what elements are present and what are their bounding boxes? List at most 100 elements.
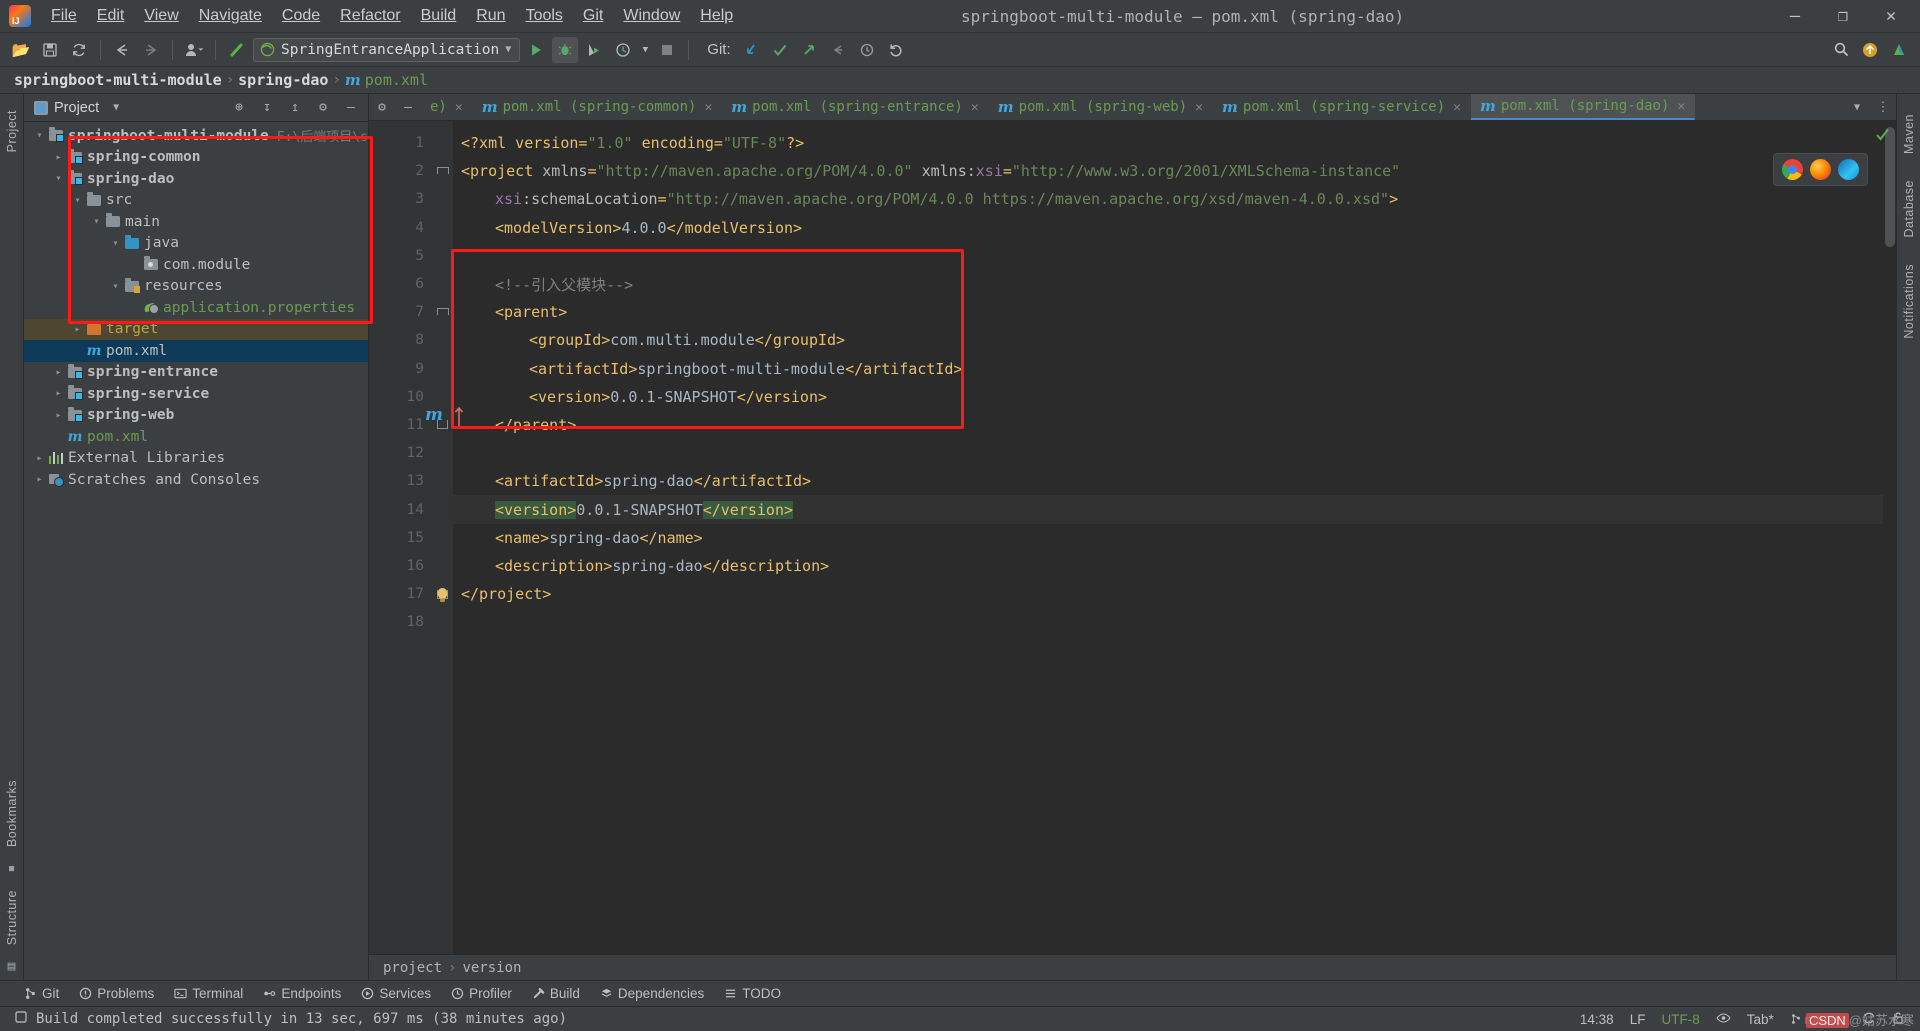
menu-code[interactable]: Code — [272, 3, 330, 29]
code-line[interactable]: <name> spring-dao </name> — [453, 524, 1896, 552]
git-rollback-icon[interactable] — [883, 37, 909, 63]
fold-marker[interactable] — [431, 270, 453, 298]
tree-item-pom-xml[interactable]: m pom.xml — [24, 426, 368, 448]
search-everywhere-icon[interactable] — [1828, 37, 1854, 63]
tab-pom-spring-dao[interactable]: m pom.xml (spring-dao) ✕ — [1470, 94, 1696, 120]
bottom-breadcrumb-project[interactable]: project — [383, 960, 442, 976]
git-update-icon[interactable] — [738, 37, 764, 63]
code-line[interactable]: <version> 0.0.1-SNAPSHOT </version> — [453, 383, 1896, 411]
settings-gear-icon[interactable]: ⚙ — [312, 97, 334, 119]
tool-window-git[interactable]: Git — [16, 984, 67, 1003]
tool-window-build[interactable]: Build — [524, 984, 588, 1003]
code-line[interactable]: <artifactId> spring-dao </artifactId> — [453, 467, 1896, 495]
tree-item-springboot-multi-module[interactable]: springboot-multi-module F:\后端项目\spri — [24, 125, 368, 147]
intention-bulb-icon[interactable] — [435, 587, 450, 608]
menu-view[interactable]: View — [134, 3, 188, 29]
git-branch-icon[interactable] — [825, 37, 851, 63]
code-line[interactable]: <artifactId> springboot-multi-module </art… — [453, 355, 1896, 383]
tool-window-terminal[interactable]: Terminal — [166, 984, 251, 1003]
sync-icon[interactable] — [66, 37, 92, 63]
tree-expand-arrow[interactable] — [51, 410, 66, 421]
tree-item-main[interactable]: main — [24, 211, 368, 233]
fold-open-icon[interactable] — [436, 167, 449, 175]
open-folder-icon[interactable]: 📂 — [8, 37, 34, 63]
maven-gutter-marker[interactable]: m — [425, 405, 464, 427]
settings-gear-icon[interactable]: ⚙ — [369, 94, 395, 120]
edge-icon[interactable] — [1838, 159, 1859, 180]
tree-expand-arrow[interactable] — [32, 474, 47, 485]
chrome-icon[interactable] — [1782, 159, 1803, 180]
close-icon[interactable]: ✕ — [1195, 100, 1203, 115]
back-arrow-icon[interactable] — [109, 37, 135, 63]
rail-item-bookmarks[interactable]: Bookmarks — [5, 780, 19, 847]
inspection-ok-checkmark[interactable] — [1875, 127, 1890, 146]
fold-marker[interactable] — [431, 552, 453, 580]
menu-file[interactable]: File — [41, 3, 87, 29]
fold-marker[interactable] — [431, 524, 453, 552]
close-icon[interactable]: ✕ — [455, 100, 463, 115]
menu-git[interactable]: Git — [573, 3, 613, 29]
close-button[interactable]: ✕ — [1868, 1, 1914, 31]
expand-all-icon[interactable]: ↧ — [256, 97, 278, 119]
tree-expand-arrow[interactable] — [108, 238, 123, 249]
debug-icon[interactable] — [552, 36, 579, 63]
firefox-icon[interactable] — [1810, 159, 1831, 180]
git-history-icon[interactable] — [854, 37, 880, 63]
close-icon[interactable]: ✕ — [971, 100, 979, 115]
git-push-icon[interactable] — [796, 37, 822, 63]
status-line-separator[interactable]: LF — [1622, 1012, 1654, 1027]
code-line[interactable]: <project xmlns = "http://maven.apache.org/… — [453, 157, 1896, 185]
minimize-button[interactable]: – — [1772, 1, 1818, 31]
menu-help[interactable]: Help — [690, 3, 743, 29]
tab-pom-spring-common[interactable]: m pom.xml (spring-common) ✕ — [473, 94, 723, 120]
fold-marker[interactable] — [431, 467, 453, 495]
build-hammer-icon[interactable] — [224, 37, 250, 63]
tree-item-java[interactable]: java — [24, 233, 368, 255]
fold-marker[interactable] — [431, 242, 453, 270]
tree-expand-arrow[interactable] — [70, 324, 85, 335]
tree-item-com-module[interactable]: com.module — [24, 254, 368, 276]
profiler-dropdown-icon[interactable]: ▼ — [639, 37, 651, 63]
event-log-icon[interactable] — [14, 1010, 28, 1028]
tab-pom-spring-service[interactable]: m pom.xml (spring-service) ✕ — [1213, 94, 1471, 120]
fold-marker[interactable] — [431, 129, 453, 157]
code-line[interactable] — [453, 608, 1896, 636]
tool-window-endpoints[interactable]: Endpoints — [255, 984, 349, 1003]
tree-expand-arrow[interactable] — [89, 216, 104, 227]
fold-marker[interactable] — [431, 439, 453, 467]
profiler-icon[interactable] — [610, 37, 636, 63]
tree-expand-arrow[interactable] — [108, 281, 123, 292]
bookmark-icon[interactable]: ▪ — [8, 861, 16, 876]
fold-marker[interactable] — [431, 355, 453, 383]
tool-window-profiler[interactable]: Profiler — [443, 984, 520, 1003]
tree-expand-arrow[interactable] — [51, 367, 66, 378]
plugin-update-icon[interactable] — [1857, 37, 1883, 63]
status-indent[interactable]: Tab* — [1739, 1012, 1782, 1027]
fold-marker[interactable] — [431, 298, 453, 326]
tree-item-pom-xml[interactable]: m pom.xml — [24, 340, 368, 362]
code-line[interactable]: <?xml version= "1.0" encoding= "UTF-8" ?> — [453, 129, 1896, 157]
tab-clipped[interactable]: e) ✕ — [421, 94, 473, 120]
menu-window[interactable]: Window — [613, 3, 690, 29]
tree-item-target[interactable]: target — [24, 318, 368, 340]
user-profile-icon[interactable] — [181, 37, 207, 63]
breadcrumb-module[interactable]: spring-dao — [238, 71, 328, 89]
code-line[interactable]: <groupId> com.multi.module </groupId> — [453, 326, 1896, 354]
tree-expand-arrow[interactable] — [32, 130, 47, 141]
code-line[interactable]: </project> — [453, 580, 1896, 608]
fold-marker[interactable] — [431, 608, 453, 636]
git-commit-icon[interactable] — [767, 37, 793, 63]
tree-item-spring-service[interactable]: spring-service — [24, 383, 368, 405]
stop-icon[interactable] — [654, 37, 680, 63]
close-icon[interactable]: ✕ — [1677, 99, 1685, 114]
tree-item-spring-dao[interactable]: spring-dao — [24, 168, 368, 190]
bottom-breadcrumb-version[interactable]: version — [462, 960, 521, 976]
tab-pom-spring-web[interactable]: m pom.xml (spring-web) ✕ — [989, 94, 1213, 120]
forward-arrow-icon[interactable] — [138, 37, 164, 63]
tree-item-spring-entrance[interactable]: spring-entrance — [24, 362, 368, 384]
breadcrumb-project[interactable]: springboot-multi-module — [14, 71, 222, 89]
tree-item-spring-common[interactable]: spring-common — [24, 147, 368, 169]
tool-window-todo[interactable]: TODO — [716, 984, 789, 1003]
fold-marker[interactable] — [431, 495, 453, 523]
collapse-all-icon[interactable]: ↥ — [284, 97, 306, 119]
